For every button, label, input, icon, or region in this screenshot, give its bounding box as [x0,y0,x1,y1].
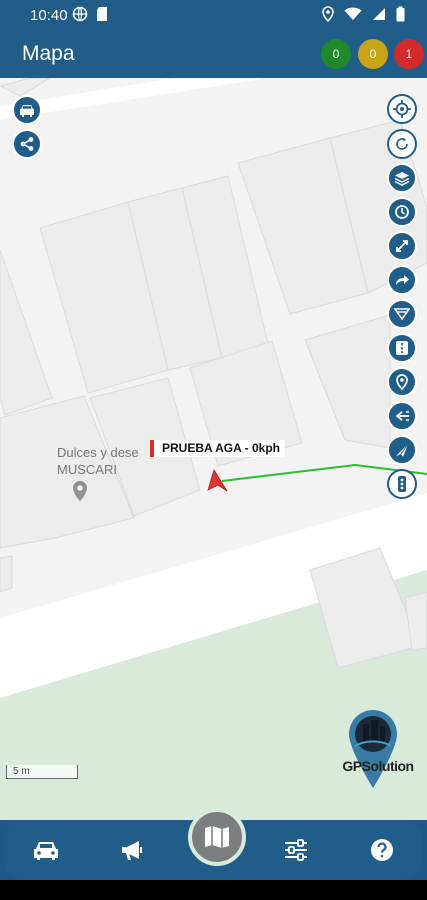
app-bar: Mapa 0 0 1 [0,30,427,78]
page-title: Mapa [22,42,75,65]
filter-button[interactable] [387,299,417,329]
megaphone-icon [122,841,142,860]
poi-label: Dulces y dese MUSCARI [57,444,139,478]
bottom-nav [4,808,423,880]
filter-icon [394,308,410,321]
poi-marker-icon[interactable] [72,480,88,502]
vehicles-button[interactable] [12,95,42,125]
traffic-icon [398,476,406,492]
history-icon [395,205,409,219]
locate-button[interactable] [387,94,417,124]
share-route-icon [396,275,409,285]
status-bar: 10:40 [0,0,427,30]
refresh-icon [396,137,408,150]
geofence-icon [396,240,408,252]
help-icon [371,839,393,861]
poi-button[interactable] [387,367,417,397]
route-button[interactable] [387,401,417,431]
share-icon [20,137,34,151]
system-gesture-bar [0,880,427,900]
location-status-icon [322,6,334,22]
battery-icon [396,6,405,22]
road-button[interactable] [387,333,417,363]
app-screen: 10:40 Mapa 0 0 1 Dulces y dese MUSCARI P… [0,0,427,900]
car-icon [34,842,58,860]
online-counter-badge[interactable]: 0 [321,39,351,69]
refresh-button[interactable] [387,129,417,159]
gpsolution-logo: GPSolution [333,708,423,790]
idle-counter-badge[interactable]: 0 [358,39,388,69]
logo-text: GPSolution [342,758,414,774]
geofence-button[interactable] [387,231,417,261]
share-route-button[interactable] [387,265,417,295]
locate-icon [393,100,411,118]
nav-settings-button[interactable] [278,832,314,868]
poi-name: Dulces y dese [57,445,139,460]
share-button[interactable] [12,129,42,159]
layers-button[interactable] [387,163,417,193]
nav-help-button[interactable] [364,832,400,868]
offline-counter-badge[interactable]: 1 [394,39,424,69]
navigate-icon [396,443,409,457]
poi-subname: MUSCARI [57,462,117,477]
status-time: 10:40 [30,7,68,24]
traffic-button[interactable] [387,469,417,499]
vehicle-marker-icon[interactable] [206,469,228,493]
nav-map-button[interactable] [188,808,246,866]
scale-bar: 5 m [6,765,78,779]
nav-alerts-button[interactable] [114,832,150,868]
navigate-button[interactable] [387,435,417,465]
signal-icon [373,8,385,20]
layers-icon [394,172,410,186]
map-icon [205,826,229,848]
map-view[interactable]: Dulces y dese MUSCARI PRUEBA AGA - 0kph … [0,78,427,820]
poi-icon [396,374,408,390]
car-icon [20,105,34,117]
vehicle-label[interactable]: PRUEBA AGA - 0kph [150,440,286,457]
nav-vehicles-button[interactable] [28,832,64,868]
sd-card-icon [97,7,107,21]
sliders-icon [285,839,307,861]
road-icon [396,341,408,355]
globe-icon [72,6,88,22]
route-icon [395,411,409,421]
wifi-icon [344,7,362,20]
history-button[interactable] [387,197,417,227]
